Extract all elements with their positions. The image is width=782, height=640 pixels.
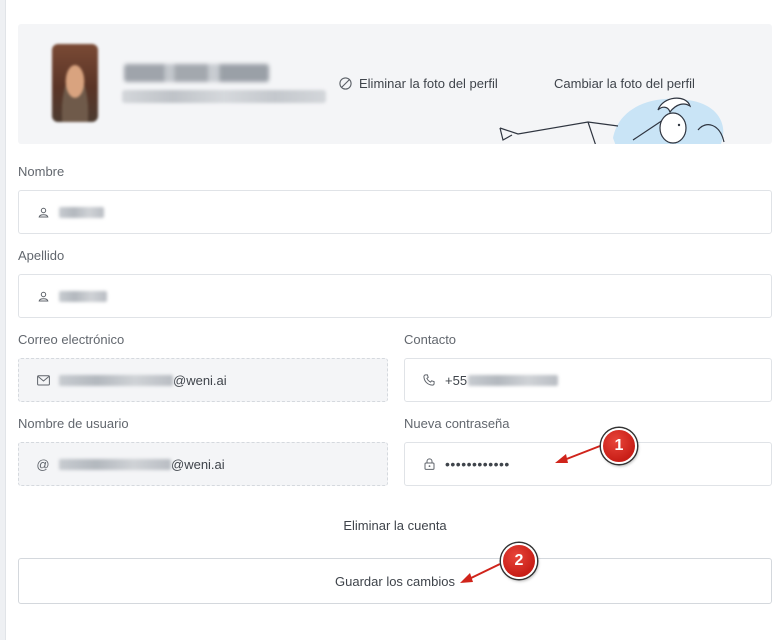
user-icon <box>36 289 50 303</box>
email-field: @weni.ai <box>18 358 388 402</box>
new-password-label: Nueva contraseña <box>404 416 510 431</box>
profile-name-redacted <box>124 64 269 82</box>
new-password-value: •••••••••••• <box>445 456 510 472</box>
lock-icon <box>422 457 436 471</box>
phone-icon <box>422 373 436 387</box>
annotation-badge-1: 1 <box>601 428 637 464</box>
remove-photo-label: Eliminar la foto del perfil <box>359 76 498 91</box>
username-field: @ @weni.ai <box>18 442 388 486</box>
at-icon: @ <box>36 456 50 472</box>
username-domain: @weni.ai <box>171 456 225 472</box>
last-name-label: Apellido <box>18 248 65 263</box>
annotation-arrow-2 <box>460 563 501 583</box>
last-name-redacted <box>59 290 107 302</box>
remove-photo-button[interactable]: Eliminar la foto del perfil <box>339 76 498 91</box>
user-icon <box>36 205 50 219</box>
save-changes-button[interactable]: Guardar los cambios <box>18 558 772 604</box>
last-name-input[interactable] <box>18 274 772 318</box>
change-photo-button[interactable]: Cambiar la foto del perfil <box>554 76 695 91</box>
left-panel-divider <box>5 0 6 640</box>
block-icon <box>339 77 352 90</box>
delete-account-button[interactable]: Eliminar la cuenta <box>18 518 772 533</box>
contact-number-redacted <box>468 374 559 386</box>
first-name-redacted <box>59 206 104 218</box>
profile-header: Eliminar la foto del perfil Cambiar la f… <box>18 24 772 144</box>
contact-input[interactable]: +55 <box>404 358 772 402</box>
annotation-badge-2: 2 <box>501 543 537 579</box>
contact-label: Contacto <box>404 332 457 347</box>
email-label: Correo electrónico <box>18 332 125 347</box>
first-name-label: Nombre <box>18 164 65 179</box>
contact-country-code: +55 <box>445 372 468 388</box>
email-user-redacted <box>59 374 173 386</box>
first-name-input[interactable] <box>18 190 772 234</box>
profile-avatar[interactable] <box>52 44 98 122</box>
mail-icon <box>36 373 50 387</box>
profile-email-redacted <box>122 90 326 103</box>
username-user-redacted <box>59 458 171 470</box>
reclining-person-illustration <box>499 97 725 144</box>
email-domain: @weni.ai <box>173 372 227 388</box>
annotation-arrow-1 <box>555 445 601 463</box>
username-label: Nombre de usuario <box>18 416 129 431</box>
